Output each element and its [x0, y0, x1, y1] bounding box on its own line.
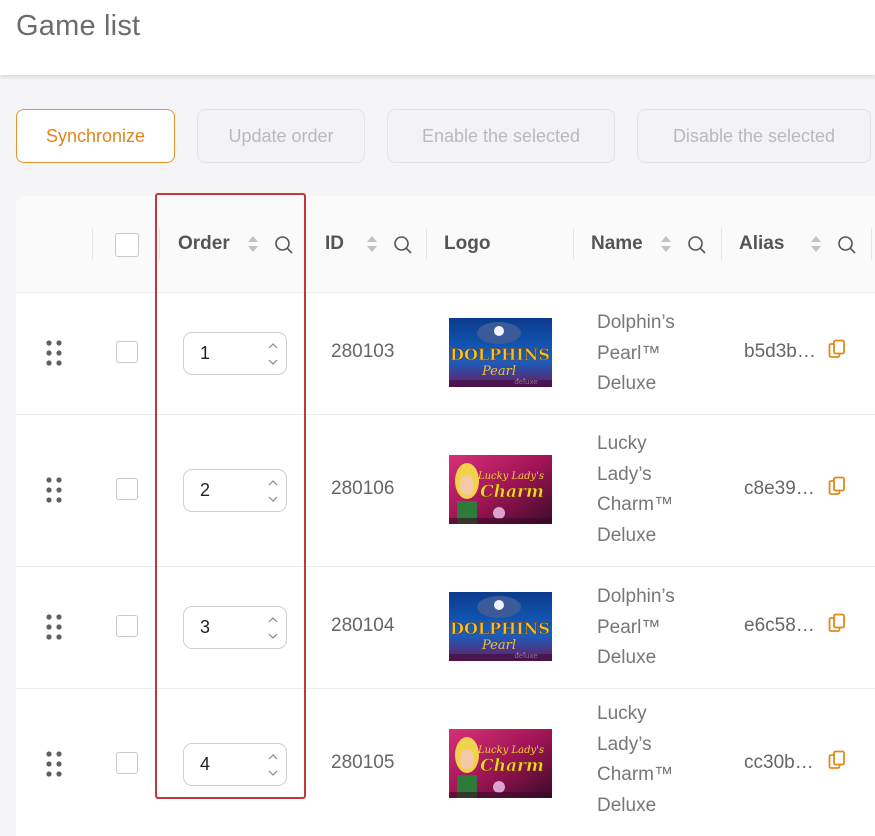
- game-alias: e6c58…: [744, 615, 815, 636]
- column-header-name[interactable]: Name: [591, 232, 643, 256]
- order-number-input[interactable]: 4: [183, 743, 287, 786]
- drag-handle-icon[interactable]: [46, 477, 62, 503]
- disable-selected-button[interactable]: Disable the selected: [637, 109, 871, 163]
- search-icon[interactable]: [687, 235, 707, 255]
- row-checkbox[interactable]: [116, 478, 138, 500]
- chevron-down-icon[interactable]: [267, 632, 279, 640]
- game-name-line: Lucky: [597, 703, 647, 724]
- drag-handle-icon[interactable]: [46, 340, 62, 366]
- order-value: 2: [200, 480, 211, 500]
- order-number-input[interactable]: 2: [183, 469, 287, 512]
- game-name: Lucky Lady’s Charm™ Deluxe: [597, 429, 717, 551]
- order-value: 1: [200, 343, 211, 363]
- chevron-up-icon[interactable]: [267, 616, 279, 624]
- row-checkbox[interactable]: [116, 341, 138, 363]
- column-divider: [721, 228, 722, 260]
- chevron-down-icon[interactable]: [267, 495, 279, 503]
- sort-icon[interactable]: [810, 234, 822, 254]
- logo-text: Charm: [480, 756, 544, 776]
- game-name-line: Lady’s: [597, 733, 652, 755]
- chevron-down-icon[interactable]: [267, 769, 279, 777]
- column-divider: [871, 228, 872, 260]
- enable-selected-button[interactable]: Enable the selected: [387, 109, 615, 163]
- game-name-line: Pearl™: [597, 616, 661, 638]
- table-header: Order ID Logo Name Alias: [16, 196, 875, 293]
- synchronize-button[interactable]: Synchronize: [16, 109, 175, 163]
- game-name-line: Deluxe: [597, 373, 657, 394]
- game-name-line: Deluxe: [597, 647, 657, 668]
- update-order-button[interactable]: Update order: [197, 109, 365, 163]
- sort-icon[interactable]: [660, 234, 672, 254]
- game-name-line: Deluxe: [597, 794, 657, 816]
- page-header: Game list: [0, 0, 875, 75]
- game-name-line: Deluxe: [597, 524, 657, 546]
- drag-handle-icon[interactable]: [46, 751, 62, 777]
- game-name-line: Dolphin’s: [597, 586, 675, 607]
- game-alias: b5d3b…: [744, 341, 816, 362]
- copy-icon[interactable]: [828, 476, 846, 496]
- row-checkbox[interactable]: [116, 615, 138, 637]
- logo-text: Lucky Lady's: [477, 471, 544, 482]
- chevron-up-icon[interactable]: [267, 479, 279, 487]
- game-name-line: Charm™: [597, 494, 674, 515]
- game-table: Order ID Logo Name Alias 1 280103 DOLPHI…: [16, 196, 875, 836]
- column-header-alias[interactable]: Alias: [739, 232, 784, 256]
- game-name: Lucky Lady’s Charm™ Deluxe: [597, 699, 717, 821]
- game-id: 280104: [331, 615, 395, 636]
- game-name-line: Lady’s: [597, 463, 652, 485]
- table-row[interactable]: 1 280103 DOLPHINS Pearl deluxe Dolphin’s…: [16, 293, 875, 415]
- chevron-up-icon[interactable]: [267, 342, 279, 350]
- search-icon[interactable]: [837, 235, 857, 255]
- game-name: Dolphin’s Pearl™ Deluxe: [597, 582, 717, 674]
- select-all-checkbox[interactable]: [115, 233, 139, 257]
- column-divider: [573, 228, 574, 260]
- game-logo: DOLPHINS Pearl deluxe: [449, 592, 552, 661]
- table-row[interactable]: 3 280104 DOLPHINS Pearl deluxe Dolphin’s…: [16, 567, 875, 689]
- logo-text: Lucky Lady's: [477, 745, 544, 756]
- search-icon[interactable]: [274, 235, 294, 255]
- game-name-line: Dolphin’s: [597, 312, 675, 333]
- sort-icon[interactable]: [247, 234, 259, 254]
- game-id: 280103: [331, 341, 395, 362]
- game-logo: Lucky Lady's Charm: [449, 455, 552, 524]
- column-divider: [426, 228, 427, 260]
- game-logo: DOLPHINS Pearl deluxe: [449, 318, 552, 387]
- column-divider: [159, 228, 160, 260]
- chevron-up-icon[interactable]: [267, 753, 279, 761]
- column-header-logo: Logo: [444, 233, 491, 254]
- game-alias: cc30b…: [744, 752, 814, 773]
- chevron-down-icon[interactable]: [267, 358, 279, 366]
- search-icon[interactable]: [393, 235, 413, 255]
- page-title: Game list: [16, 10, 141, 42]
- drag-handle-icon[interactable]: [46, 614, 62, 640]
- column-header-order[interactable]: Order: [178, 232, 230, 256]
- game-id: 280105: [331, 752, 395, 773]
- logo-text: DOLPHINS: [450, 619, 550, 638]
- table-row[interactable]: 2 280106 Lucky Lady's Charm Lucky Lady’s…: [16, 415, 875, 567]
- order-value: 4: [200, 754, 211, 774]
- game-name-line: Lucky: [597, 433, 647, 454]
- game-alias: c8e39…: [744, 478, 815, 499]
- game-logo: Lucky Lady's Charm: [449, 729, 552, 798]
- order-number-input[interactable]: 3: [183, 606, 287, 649]
- game-name-line: Pearl™: [597, 342, 661, 364]
- table-row[interactable]: 4 280105 Lucky Lady's Charm Lucky Lady’s…: [16, 689, 875, 836]
- logo-text: Pearl: [481, 364, 516, 379]
- logo-text: DOLPHINS: [450, 345, 550, 364]
- logo-text: Pearl: [481, 638, 516, 653]
- column-header-id[interactable]: ID: [325, 232, 344, 256]
- game-name-line: Charm™: [597, 764, 674, 785]
- column-divider: [92, 228, 93, 260]
- row-checkbox[interactable]: [116, 752, 138, 774]
- sort-icon[interactable]: [366, 234, 378, 254]
- copy-icon[interactable]: [828, 750, 846, 770]
- game-name: Dolphin’s Pearl™ Deluxe: [597, 308, 717, 400]
- game-id: 280106: [331, 478, 395, 499]
- copy-icon[interactable]: [828, 613, 846, 633]
- order-number-input[interactable]: 1: [183, 332, 287, 375]
- order-value: 3: [200, 617, 211, 637]
- copy-icon[interactable]: [828, 339, 846, 359]
- logo-text: Charm: [480, 482, 544, 502]
